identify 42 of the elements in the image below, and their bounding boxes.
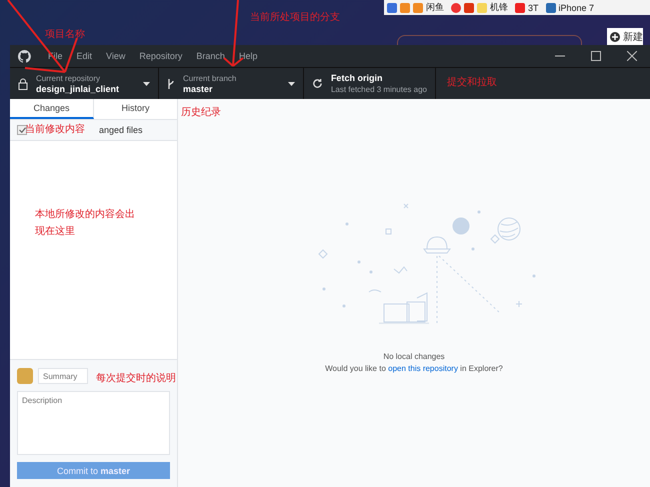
menu-item[interactable]: Branch [189,51,232,61]
checkbox[interactable] [17,125,27,135]
caret-icon [288,82,295,86]
sync-icon [312,78,323,89]
bookmark-link[interactable]: 3T [528,2,539,12]
toolbar-value: master [183,84,214,94]
menu-item[interactable]: View [99,51,132,61]
bookmark-link[interactable]: iPhone 7 [558,2,594,12]
menu-item[interactable]: Edit [70,51,100,61]
empty-state-message: Would you like to open this repository in Explorer? [325,364,503,373]
toolbar-caption: Current repository [36,72,102,84]
menu-item[interactable]: Repository [132,51,190,61]
github-logo-icon [18,50,31,62]
tab[interactable]: History [94,99,177,119]
annotation-text: 提交和拉取 [447,76,497,90]
description-field[interactable]: Description [17,391,170,455]
changed-files-label: anged files [99,125,143,135]
app-icon[interactable] [546,2,556,12]
annotation-text: 历史纪录 [181,106,221,120]
menu-item[interactable]: Help [232,51,264,61]
annotation-text: 每次提交时的说明 [96,372,176,386]
bookmark-link[interactable]: 闲鱼 [426,1,444,14]
branch-icon [167,78,175,90]
open-repository-link[interactable]: open this repository [388,364,458,373]
add-icon [610,32,620,42]
new-button[interactable]: 新建 [607,28,643,46]
repository-dropdown[interactable]: Current repository design_jinlai_client [10,68,159,99]
toolbar-caption: Current branch [183,72,238,84]
toolbar-title: Fetch origin [330,72,384,84]
toolbar-value: design_jinlai_client [36,84,120,94]
toolbar-subtitle: Last fetched 3 minutes ago [330,84,427,94]
bookmark-link[interactable]: 机锋 [490,1,508,14]
annotation-text: 本地所修改的内容会出现在这里 [35,208,136,239]
empty-state-title: No local changes [383,352,445,361]
annotation-text: 项目名称 [45,28,85,42]
app-icon[interactable] [515,2,525,12]
annotation-text: 当前修改内容 [25,122,85,137]
caret-icon [143,82,150,86]
summary-field[interactable]: Summary [38,368,88,384]
lock-icon [18,78,28,90]
avatar-icon [17,368,33,384]
annotation-text: 当前所处项目的分支 [250,10,340,25]
